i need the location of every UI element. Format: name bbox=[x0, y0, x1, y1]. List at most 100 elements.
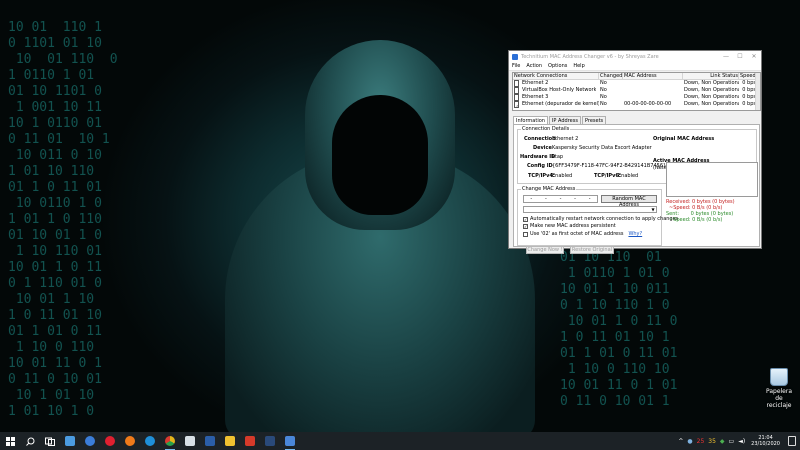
opera-icon bbox=[105, 436, 115, 446]
firefox-icon bbox=[125, 436, 135, 446]
taskbar-chrome[interactable] bbox=[160, 432, 180, 450]
hardware-id-label: Hardware ID bbox=[520, 154, 556, 160]
taskbar-acrobat[interactable] bbox=[240, 432, 260, 450]
menu-action[interactable]: Action bbox=[526, 63, 542, 69]
word-icon bbox=[205, 436, 215, 446]
tray-shield-icon[interactable]: ◆ bbox=[720, 438, 725, 445]
mail-icon bbox=[65, 436, 75, 446]
code-rain-left: 10 01 110 1 0 1101 01 10 10 01 110 0 1 0… bbox=[8, 20, 118, 419]
notepad-icon bbox=[185, 436, 195, 446]
traffic-graph bbox=[666, 162, 758, 197]
tray-chevron-icon[interactable]: ^ bbox=[678, 438, 683, 445]
list-item[interactable]: Ethernet 3 No Down, Non Operational 0 bp… bbox=[513, 94, 760, 101]
row-checkbox[interactable] bbox=[514, 94, 519, 101]
use-02-checkbox[interactable] bbox=[523, 231, 528, 237]
list-header: Network Connections Changed MAC Address … bbox=[513, 73, 760, 80]
close-button[interactable]: ✕ bbox=[747, 51, 761, 62]
menu-help[interactable]: Help bbox=[573, 63, 584, 69]
menu-options[interactable]: Options bbox=[548, 63, 567, 69]
tab-ip-address[interactable]: IP Address bbox=[548, 116, 581, 124]
device-label: Device bbox=[533, 145, 552, 151]
connection-changed: No bbox=[600, 87, 607, 93]
taskbar-mail[interactable] bbox=[60, 432, 80, 450]
window-title: Technitium MAC Address Changer v6 - by S… bbox=[521, 53, 659, 60]
chevron-down-icon[interactable]: ▼ bbox=[650, 207, 656, 212]
connection-name: Ethernet 2 bbox=[522, 80, 549, 86]
connection-mac: 00-00-00-00-00-00 bbox=[624, 101, 672, 107]
row-checkbox[interactable]: ✓ bbox=[514, 101, 519, 108]
option-persistent[interactable]: ✓ Make new MAC address persistent bbox=[523, 223, 616, 229]
chrome-icon bbox=[165, 436, 175, 446]
tcpv4-label: TCP/IPv4: bbox=[528, 173, 555, 179]
start-button[interactable] bbox=[0, 432, 20, 450]
tcpv6-value: Enabled bbox=[618, 173, 639, 179]
taskbar-file-explorer[interactable] bbox=[220, 432, 240, 450]
taskbar-firefox[interactable] bbox=[120, 432, 140, 450]
connection-name: Ethernet 3 bbox=[522, 94, 549, 100]
clock[interactable]: 21:04 23/10/2020 bbox=[751, 435, 780, 447]
taskbar-photoshop[interactable] bbox=[260, 432, 280, 450]
change-mac-group: Change MAC Address - - - - - Random MAC … bbox=[517, 186, 678, 254]
row-checkbox[interactable] bbox=[514, 87, 519, 94]
tab-information[interactable]: Information bbox=[513, 116, 548, 124]
tray-red-badge[interactable]: 25 bbox=[697, 438, 705, 445]
list-item[interactable]: ✓Ethernet (depurador de kernel) No 00-00… bbox=[513, 101, 760, 108]
col-network-connections[interactable]: Network Connections bbox=[513, 73, 599, 80]
notification-icon[interactable] bbox=[788, 436, 796, 446]
taskbar-word[interactable] bbox=[200, 432, 220, 450]
sent-speed-label: ~Speed: bbox=[669, 217, 691, 223]
list-scrollbar[interactable] bbox=[755, 73, 760, 110]
taskbar-opera[interactable] bbox=[100, 432, 120, 450]
traffic-stats: Received: 0 bytes (0 bytes) ~Speed: 0 B/… bbox=[666, 199, 758, 223]
sent-speed-value: 0 B/s (0 b/s) bbox=[692, 217, 723, 223]
menu-file[interactable]: File bbox=[512, 63, 520, 69]
title-bar[interactable]: Technitium MAC Address Changer v6 - by S… bbox=[509, 51, 761, 62]
row-checkbox[interactable] bbox=[514, 80, 519, 87]
connection-name: Ethernet (depurador de kernel) bbox=[522, 101, 599, 107]
system-tray: ^ ● 25 35 ◆ ▭ ◄) 21:04 23/10/2020 bbox=[676, 432, 800, 450]
acrobat-icon bbox=[245, 436, 255, 446]
recycle-bin-icon bbox=[770, 368, 788, 386]
option-auto-restart[interactable]: ✓ Automatically restart network connecti… bbox=[523, 216, 678, 222]
why-link[interactable]: Why? bbox=[628, 231, 642, 237]
recycle-bin[interactable]: Papelera de reciclaje bbox=[762, 368, 796, 409]
auto-restart-checkbox[interactable]: ✓ bbox=[523, 216, 528, 222]
persistent-checkbox[interactable]: ✓ bbox=[523, 223, 528, 229]
minimize-button[interactable]: — bbox=[719, 51, 733, 62]
network-icon[interactable]: ▭ bbox=[729, 438, 735, 445]
taskbar-edge[interactable] bbox=[140, 432, 160, 450]
list-item[interactable]: Ethernet 2 No Down, Non Operational 0 bp… bbox=[513, 80, 760, 87]
octet-separator: - bbox=[574, 196, 576, 202]
app-icon bbox=[512, 53, 518, 60]
menu-bar: File Action Options Help bbox=[509, 62, 761, 71]
random-mac-button[interactable]: Random MAC Address bbox=[601, 195, 657, 208]
tcpv4-value: Enabled bbox=[552, 173, 573, 179]
search-button[interactable] bbox=[20, 432, 40, 450]
use-02-label: Use '02' as first octet of MAC address bbox=[530, 231, 624, 237]
taskbar-notepad[interactable] bbox=[180, 432, 200, 450]
clock-date: 23/10/2020 bbox=[751, 441, 780, 447]
file-explorer-icon bbox=[225, 436, 235, 446]
restore-original-button[interactable]: Restore Original bbox=[570, 246, 614, 254]
connection-status: Down, Non Operational bbox=[684, 87, 739, 93]
vendor-dropdown[interactable]: ▼ bbox=[523, 206, 657, 213]
option-use-02[interactable]: Use '02' as first octet of MAC address W… bbox=[523, 231, 642, 237]
tray-yellow-badge[interactable]: 35 bbox=[708, 438, 716, 445]
col-link-status[interactable]: Link Status bbox=[683, 73, 739, 80]
connection-status: Down, Non Operational bbox=[684, 101, 739, 107]
task-view-button[interactable] bbox=[40, 432, 60, 450]
taskbar-app-blue[interactable] bbox=[80, 432, 100, 450]
maximize-button[interactable]: ☐ bbox=[733, 51, 747, 62]
taskbar-mac-changer[interactable] bbox=[280, 432, 300, 450]
network-connections-list[interactable]: Network Connections Changed MAC Address … bbox=[512, 72, 761, 111]
tab-presets[interactable]: Presets bbox=[581, 116, 607, 124]
octet-separator: - bbox=[544, 196, 547, 202]
change-now-button[interactable]: Change Now ! bbox=[526, 246, 564, 254]
volume-icon[interactable]: ◄) bbox=[738, 438, 745, 445]
connection-value: Ethernet 2 bbox=[552, 136, 579, 142]
tray-app-icon[interactable]: ● bbox=[687, 438, 692, 445]
list-item[interactable]: VirtualBox Host-Only Network No Down, No… bbox=[513, 87, 760, 94]
col-mac-address[interactable]: MAC Address bbox=[623, 73, 683, 80]
mac-octets-input[interactable]: - - - - - bbox=[523, 195, 598, 203]
col-changed[interactable]: Changed bbox=[599, 73, 623, 80]
